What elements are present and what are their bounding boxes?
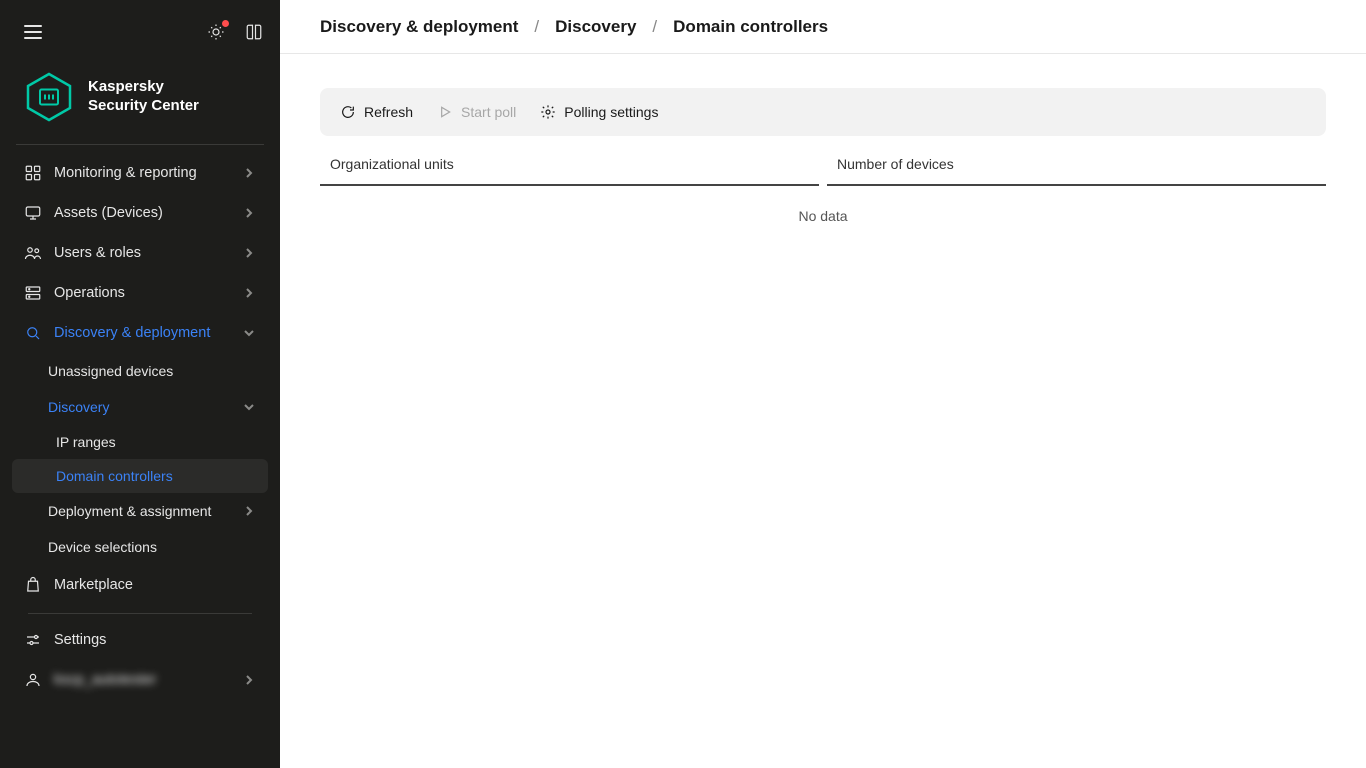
nav-item-label: Operations	[54, 285, 230, 301]
sidebar-divider	[28, 613, 252, 614]
brand-logo-icon	[24, 72, 74, 122]
nav-item-label: Monitoring & reporting	[54, 165, 230, 181]
search-icon	[24, 324, 42, 342]
nav-device-selections[interactable]: Device selections	[12, 529, 268, 565]
nav-ip-ranges[interactable]: IP ranges	[12, 425, 268, 459]
nav-monitoring-reporting[interactable]: Monitoring & reporting	[12, 153, 268, 193]
play-icon	[437, 104, 453, 120]
nav-sub-label: Deployment & assignment	[48, 503, 234, 519]
users-icon	[24, 244, 42, 262]
sliders-icon	[24, 631, 42, 649]
server-icon	[24, 284, 42, 302]
monitor-icon	[24, 204, 42, 222]
chevron-right-icon	[242, 168, 256, 178]
chevron-down-icon	[242, 328, 256, 338]
hamburger-menu-icon[interactable]	[24, 25, 42, 39]
brand-block[interactable]: Kaspersky Security Center	[0, 64, 280, 144]
notifications-icon[interactable]	[206, 22, 226, 42]
table-no-data: No data	[320, 186, 1326, 246]
sidebar: Kaspersky Security Center Monitoring & r…	[0, 0, 280, 768]
chevron-right-icon	[242, 506, 256, 516]
account-username: kscp_autotester	[54, 672, 230, 688]
nav-assets-devices[interactable]: Assets (Devices)	[12, 193, 268, 233]
breadcrumb-sep: /	[528, 17, 545, 37]
column-number-devices[interactable]: Number of devices	[827, 144, 1326, 186]
main-area: Discovery & deployment / Discovery / Dom…	[280, 0, 1366, 768]
nav-item-label: Discovery & deployment	[54, 325, 230, 341]
column-org-units[interactable]: Organizational units	[320, 144, 819, 186]
chevron-right-icon	[242, 248, 256, 258]
refresh-button[interactable]: Refresh	[340, 104, 413, 120]
nav-discovery-deployment[interactable]: Discovery & deployment	[12, 313, 268, 353]
sidebar-top-icons	[206, 22, 264, 42]
nav-item-label: Settings	[54, 632, 256, 648]
breadcrumb-discovery-deployment[interactable]: Discovery & deployment	[320, 17, 518, 37]
nav-operations[interactable]: Operations	[12, 273, 268, 313]
start-poll-button: Start poll	[437, 104, 516, 120]
chevron-right-icon	[242, 288, 256, 298]
breadcrumb-discovery[interactable]: Discovery	[555, 17, 636, 37]
breadcrumb: Discovery & deployment / Discovery / Dom…	[280, 0, 1366, 54]
brand-line2: Security Center	[88, 97, 199, 116]
brand-text: Kaspersky Security Center	[88, 78, 199, 116]
nav-sub-label: Device selections	[48, 539, 256, 555]
nav-domain-controllers[interactable]: Domain controllers	[12, 459, 268, 493]
bag-icon	[24, 576, 42, 594]
breadcrumb-domain-controllers[interactable]: Domain controllers	[673, 17, 828, 37]
nav-unassigned-devices[interactable]: Unassigned devices	[12, 353, 268, 389]
nav-item-label: Users & roles	[54, 245, 230, 261]
toolbar: Refresh Start poll Polling settings	[320, 88, 1326, 136]
dashboard-icon	[24, 164, 42, 182]
nav-sub-label: Unassigned devices	[48, 363, 256, 379]
start-poll-label: Start poll	[461, 104, 516, 120]
nav-discovery[interactable]: Discovery	[12, 389, 268, 425]
nav-item-label: Assets (Devices)	[54, 205, 230, 221]
chevron-right-icon	[242, 208, 256, 218]
chevron-down-icon	[242, 402, 256, 412]
table-header-row: Organizational units Number of devices	[320, 144, 1326, 186]
sidebar-nav: Monitoring & reporting Assets (Devices) …	[0, 153, 280, 768]
nav-marketplace[interactable]: Marketplace	[12, 565, 268, 605]
breadcrumb-sep: /	[646, 17, 663, 37]
help-book-icon[interactable]	[244, 22, 264, 42]
sidebar-divider	[16, 144, 264, 145]
nav-sub2-label: Domain controllers	[56, 468, 256, 484]
polling-settings-label: Polling settings	[564, 104, 658, 120]
nav-deployment-assignment[interactable]: Deployment & assignment	[12, 493, 268, 529]
nav-sub2-label: IP ranges	[56, 434, 256, 450]
refresh-label: Refresh	[364, 104, 413, 120]
nav-item-label: Marketplace	[54, 577, 256, 593]
nav-sub-label: Discovery	[48, 399, 234, 415]
sidebar-topbar	[0, 0, 280, 64]
nav-account[interactable]: kscp_autotester	[12, 660, 268, 700]
refresh-icon	[340, 104, 356, 120]
user-icon	[24, 671, 42, 689]
brand-line1: Kaspersky	[88, 78, 199, 97]
chevron-right-icon	[242, 675, 256, 685]
content: Refresh Start poll Polling settings Orga…	[280, 54, 1366, 280]
nav-settings[interactable]: Settings	[12, 620, 268, 660]
nav-users-roles[interactable]: Users & roles	[12, 233, 268, 273]
polling-settings-button[interactable]: Polling settings	[540, 104, 658, 120]
notification-badge	[222, 20, 229, 27]
gear-icon	[540, 104, 556, 120]
